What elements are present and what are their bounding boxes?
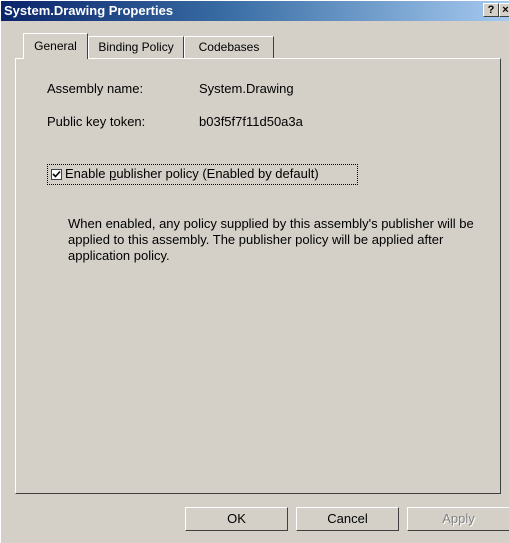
label-suffix: ublisher policy (Enabled by default) xyxy=(116,166,319,181)
tab-binding-policy[interactable]: Binding Policy xyxy=(88,36,184,58)
enable-publisher-policy-checkbox[interactable]: Enable publisher policy (Enabled by defa… xyxy=(47,164,358,185)
checkbox-box[interactable] xyxy=(51,169,62,180)
tab-codebases[interactable]: Codebases xyxy=(184,36,274,58)
close-button[interactable]: × xyxy=(499,3,509,17)
properties-dialog: System.Drawing Properties ? × General Bi… xyxy=(0,0,509,543)
assembly-name-value: System.Drawing xyxy=(199,81,294,96)
cancel-button[interactable]: Cancel xyxy=(296,507,399,531)
public-key-token-value: b03f5f7f11d50a3a xyxy=(199,114,303,129)
label-prefix: Enable xyxy=(65,166,110,181)
public-key-token-label: Public key token: xyxy=(47,114,146,129)
checkmark-icon xyxy=(52,170,61,178)
tab-general[interactable]: General xyxy=(23,33,88,59)
assembly-name-label: Assembly name: xyxy=(47,81,144,96)
enable-publisher-policy-label: Enable publisher policy (Enabled by defa… xyxy=(65,166,319,182)
ok-button[interactable]: OK xyxy=(185,507,288,531)
publisher-policy-description: When enabled, any policy supplied by thi… xyxy=(68,216,474,263)
title-bar[interactable]: System.Drawing Properties ? × xyxy=(1,1,509,21)
help-button[interactable]: ? xyxy=(483,3,499,17)
window-title: System.Drawing Properties xyxy=(4,3,174,18)
apply-button-label: Apply xyxy=(442,511,475,526)
apply-button[interactable]: Apply xyxy=(407,507,509,531)
